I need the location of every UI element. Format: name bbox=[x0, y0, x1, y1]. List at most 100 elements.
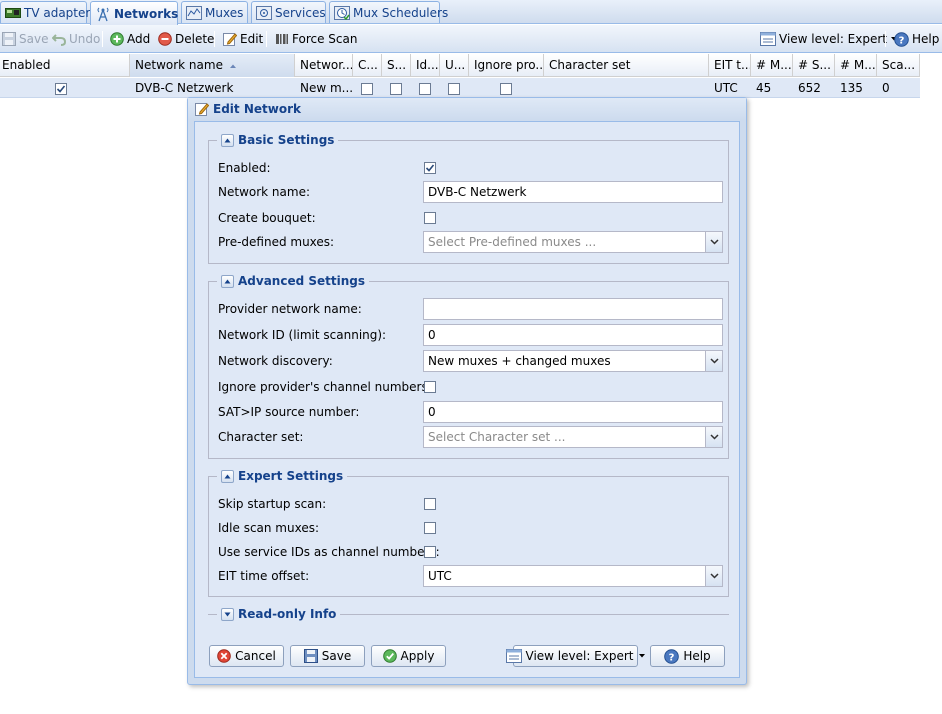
tab-mux-schedulers[interactable]: Mux Schedulers bbox=[329, 1, 448, 23]
chevron-down-icon[interactable] bbox=[705, 351, 722, 371]
networks-grid-header: Enabled Network name Networ... C... S...… bbox=[0, 54, 920, 77]
basic-settings-legend[interactable]: Basic Settings bbox=[217, 132, 339, 148]
add-button[interactable]: Add bbox=[110, 29, 150, 49]
delete-icon bbox=[158, 32, 172, 46]
row-use-sid-checkbox[interactable] bbox=[448, 82, 460, 95]
character-set-label: Character set: bbox=[218, 430, 304, 444]
tab-services[interactable]: Services bbox=[251, 1, 326, 23]
network-discovery-select[interactable]: New muxes + changed muxes bbox=[423, 350, 723, 372]
provider-network-name-label: Provider network name: bbox=[218, 302, 362, 316]
view-level-icon bbox=[760, 32, 776, 46]
create-bouquet-checkbox[interactable] bbox=[424, 212, 436, 224]
column-header-num-mapped[interactable]: # M... bbox=[835, 54, 877, 77]
row-idle-scan-cell[interactable] bbox=[419, 78, 439, 98]
delete-button[interactable]: Delete bbox=[158, 29, 214, 49]
column-header-enabled[interactable]: Enabled bbox=[0, 54, 130, 77]
column-header-network-discovery[interactable]: Networ... bbox=[295, 54, 353, 77]
save-icon bbox=[303, 649, 318, 663]
provider-network-name-input[interactable] bbox=[423, 298, 723, 320]
row-eit-offset: UTC bbox=[714, 81, 738, 95]
eit-time-offset-select[interactable]: UTC bbox=[423, 565, 723, 587]
enabled-label: Enabled: bbox=[218, 161, 271, 175]
ignore-provider-channel-numbers-checkbox[interactable] bbox=[424, 381, 436, 393]
collapse-icon[interactable] bbox=[221, 469, 234, 483]
column-header-num-services[interactable]: # S... bbox=[793, 54, 835, 77]
edit-network-dialog: Edit Network Basic Settings Enabled: Net… bbox=[187, 97, 747, 685]
collapse-icon[interactable] bbox=[221, 133, 234, 147]
undo-button[interactable]: Undo bbox=[52, 29, 100, 49]
predefined-muxes-select[interactable]: Select Pre-defined muxes ... bbox=[423, 231, 723, 253]
dialog-title: Edit Network bbox=[213, 102, 301, 116]
column-header-scan-queue[interactable]: Sca... bbox=[877, 54, 920, 77]
row-network-discovery: New m... bbox=[300, 81, 353, 95]
column-header-idle-scan[interactable]: Id... bbox=[411, 54, 440, 77]
predefined-muxes-label: Pre-defined muxes: bbox=[218, 235, 335, 249]
idle-scan-muxes-checkbox[interactable] bbox=[424, 522, 436, 534]
advanced-settings-legend[interactable]: Advanced Settings bbox=[217, 273, 370, 289]
row-skip-scan-cell[interactable] bbox=[390, 78, 410, 98]
force-scan-button[interactable]: Force Scan bbox=[275, 29, 357, 49]
chevron-down-icon[interactable] bbox=[705, 427, 722, 447]
dialog-save-button[interactable]: Save bbox=[290, 645, 365, 667]
column-header-num-muxes[interactable]: # M... bbox=[751, 54, 793, 77]
column-header-create-bouquet[interactable]: C... bbox=[353, 54, 382, 77]
view-level-button[interactable]: View level: Expert bbox=[760, 29, 898, 49]
enabled-checkbox[interactable] bbox=[424, 162, 436, 174]
satip-source-number-input[interactable]: 0 bbox=[423, 401, 723, 423]
tab-muxes[interactable]: Muxes bbox=[181, 1, 248, 23]
save-icon bbox=[2, 32, 16, 46]
row-scan-queue: 0 bbox=[882, 81, 890, 95]
apply-button[interactable]: Apply bbox=[371, 645, 446, 667]
network-id-input[interactable]: 0 bbox=[423, 324, 723, 346]
tab-tv-adapters[interactable]: TV adapters bbox=[0, 1, 97, 23]
row-use-sid-cell[interactable] bbox=[448, 78, 468, 98]
toolbar-separator bbox=[266, 31, 267, 47]
network-name-input[interactable]: DVB-C Netzwerk bbox=[423, 181, 723, 203]
row-create-bouquet-cell[interactable] bbox=[361, 78, 381, 98]
dialog-title-bar[interactable]: Edit Network bbox=[188, 98, 746, 120]
column-header-skip-startup-scan[interactable]: S... bbox=[382, 54, 411, 77]
table-row[interactable]: DVB-C Netzwerk New m... UTC 45 652 135 0 bbox=[0, 78, 920, 98]
row-ignore-provider-checkbox[interactable] bbox=[500, 82, 512, 95]
dialog-view-level-button[interactable]: View level: Expert bbox=[505, 645, 645, 667]
column-header-ignore-provider[interactable]: Ignore pro... bbox=[469, 54, 544, 77]
expert-settings-legend[interactable]: Expert Settings bbox=[217, 468, 348, 484]
network-discovery-label: Network discovery: bbox=[218, 354, 333, 368]
edit-button[interactable]: Edit bbox=[223, 29, 263, 49]
column-header-use-service-ids[interactable]: U... bbox=[440, 54, 469, 77]
skip-startup-scan-label: Skip startup scan: bbox=[218, 497, 327, 511]
tv-card-icon bbox=[5, 7, 21, 19]
chevron-down-icon[interactable] bbox=[705, 566, 722, 586]
row-enabled-checkbox[interactable] bbox=[55, 82, 67, 95]
tab-networks[interactable]: Networks bbox=[90, 1, 178, 25]
use-service-ids-checkbox[interactable] bbox=[424, 546, 436, 558]
help-icon: ? bbox=[894, 31, 909, 47]
toolbar-separator bbox=[214, 31, 215, 47]
skip-startup-scan-checkbox[interactable] bbox=[424, 498, 436, 510]
character-set-select[interactable]: Select Character set ... bbox=[423, 426, 723, 448]
expand-icon[interactable] bbox=[221, 607, 234, 621]
row-ignore-provider-cell[interactable] bbox=[500, 78, 520, 98]
row-skip-scan-checkbox[interactable] bbox=[390, 82, 402, 95]
services-icon bbox=[256, 5, 272, 20]
network-name-label: Network name: bbox=[218, 185, 310, 199]
row-idle-scan-checkbox[interactable] bbox=[419, 82, 431, 95]
cancel-button[interactable]: Cancel bbox=[209, 645, 284, 667]
help-icon: ? bbox=[664, 648, 680, 664]
dialog-help-button[interactable]: ? Help bbox=[650, 645, 725, 667]
column-header-character-set[interactable]: Character set bbox=[544, 54, 709, 77]
toolbar-separator bbox=[885, 31, 886, 47]
row-enabled-cell[interactable] bbox=[55, 78, 75, 98]
column-header-network-name[interactable]: Network name bbox=[130, 54, 295, 77]
chevron-down-icon[interactable] bbox=[705, 232, 722, 252]
svg-text:?: ? bbox=[669, 652, 675, 663]
row-create-bouquet-checkbox[interactable] bbox=[361, 82, 373, 95]
save-button[interactable]: Save bbox=[2, 29, 48, 49]
readonly-info-legend[interactable]: Read-only Info bbox=[217, 606, 341, 622]
help-button[interactable]: ? Help bbox=[894, 29, 939, 49]
networks-toolbar: Save Undo Add Delete Edit Force Scan Vie… bbox=[0, 25, 942, 53]
column-header-eit-time-offset[interactable]: EIT t... bbox=[709, 54, 751, 77]
collapse-icon[interactable] bbox=[221, 274, 234, 288]
undo-icon bbox=[52, 32, 66, 46]
apply-check-icon bbox=[382, 649, 397, 663]
